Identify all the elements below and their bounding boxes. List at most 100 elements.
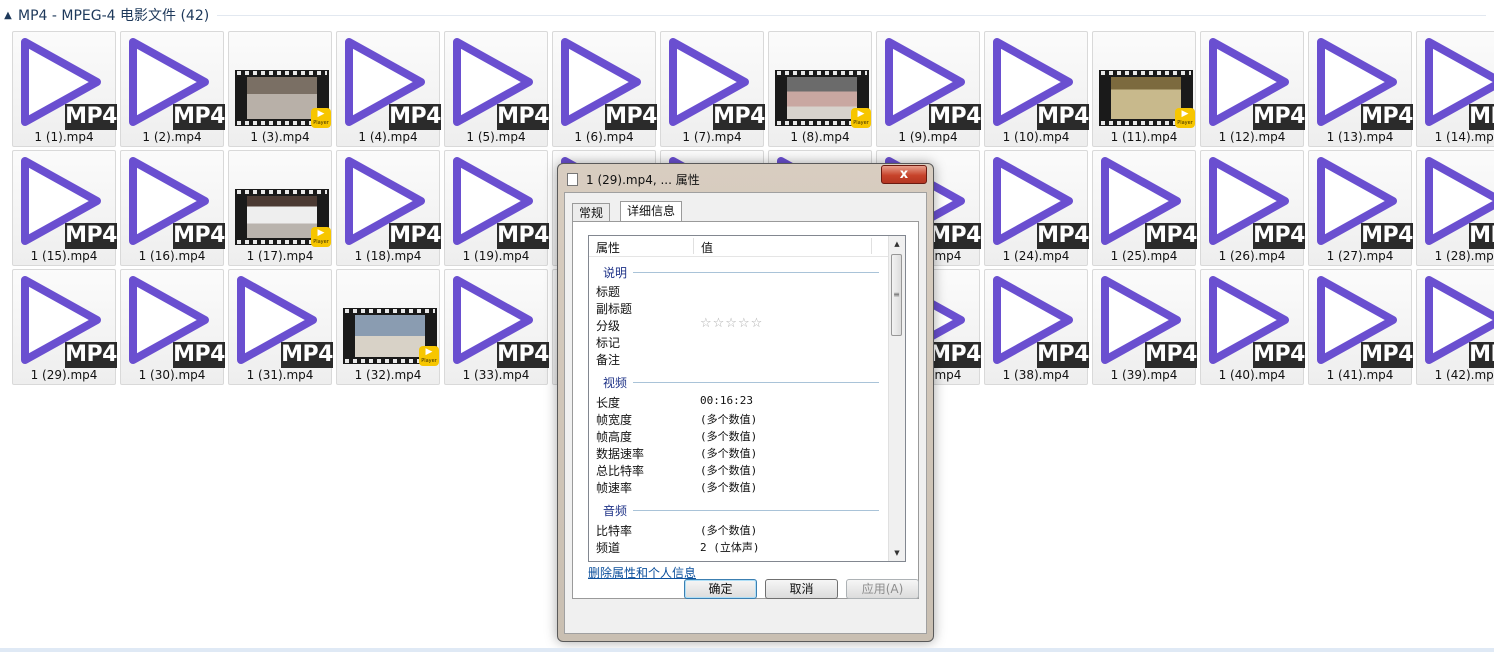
property-row[interactable]: 帧高度 (多个数值) [589,427,889,444]
property-row[interactable]: 长度 00:16:23 [589,393,889,410]
file-item[interactable]: MP4 1 (15).mp4 [12,150,117,266]
file-item[interactable]: MP4 1 (38).mp4 [984,269,1089,385]
collapse-chevron-icon[interactable]: ▲ [0,10,16,21]
file-item[interactable]: ▶ Player 1 (17).mp4 [228,150,332,266]
column-value[interactable]: 值 [701,239,713,256]
mp4-play-icon: MP4 [17,272,117,368]
file-item[interactable]: ▶ Player 1 (11).mp4 [1092,31,1196,147]
mp4-badge: MP4 [1469,223,1494,249]
file-item[interactable]: MP4 1 (5).mp4 [444,31,549,147]
video-thumbnail: ▶ Player [233,153,331,249]
mp4-play-icon: MP4 [341,34,441,130]
file-name: 1 (7).mp4 [682,130,742,144]
property-row[interactable]: 备注 [589,350,889,367]
property-name: 频道 [596,541,621,555]
property-name: 备注 [596,353,621,367]
file-item[interactable]: MP4 1 (29).mp4 [12,269,117,385]
file-item[interactable]: MP41 (28).mp4 [1416,150,1494,266]
cancel-button[interactable]: 取消 [765,579,838,599]
file-name: 1 (13).mp4 [1326,130,1394,144]
rating-stars[interactable]: ☆☆☆☆☆ [700,316,763,331]
mp4-play-icon: MP4 [233,272,333,368]
property-name: 帧高度 [596,430,633,444]
property-list[interactable]: 属性 值 说明 标题 副标题 分级 ☆☆☆☆☆ 标记 备注 视频 长度 00:1… [588,235,906,562]
mp4-play-icon: MP4 [1097,272,1197,368]
ok-button[interactable]: 确定 [684,579,757,599]
file-item[interactable]: ▶ Player 1 (8).mp4 [768,31,872,147]
mp4-play-icon: MP4 [1313,153,1413,249]
mp4-badge: MP4 [1253,223,1305,249]
mp4-play-icon: MP4 [341,153,441,249]
property-row[interactable]: 帧速率 (多个数值) [589,478,889,495]
property-row[interactable]: 帧宽度 (多个数值) [589,410,889,427]
file-item[interactable]: MP4 1 (31).mp4 [228,269,333,385]
file-item[interactable]: MP4 1 (13).mp4 [1308,31,1413,147]
file-item[interactable]: MP4 1 (30).mp4 [120,269,225,385]
file-name: 1 (26).mp4 [1218,249,1286,263]
tab-general[interactable]: 常规 [572,203,611,221]
details-panel: 属性 值 说明 标题 副标题 分级 ☆☆☆☆☆ 标记 备注 视频 长度 00:1… [572,221,919,599]
file-name: 1 (38).mp4 [1002,368,1070,382]
group-header[interactable]: ▲ MP4 - MPEG-4 电影文件 (42) [0,0,1494,30]
mp4-badge: MP4 [929,104,981,130]
section-video: 视频 [589,373,889,390]
file-item[interactable]: MP4 1 (4).mp4 [336,31,441,147]
file-item[interactable]: MP4 1 (26).mp4 [1200,150,1305,266]
apply-button[interactable]: 应用(A) [846,579,919,599]
file-name: 1 (11).mp4 [1110,130,1178,144]
scroll-down-icon[interactable]: ▼ [889,545,905,561]
property-row[interactable]: 标题 [589,282,889,299]
vertical-scrollbar[interactable]: ▲ ≡ ▼ [888,236,905,561]
property-value: (多个数值) [700,464,758,477]
property-row[interactable]: 比特率 (多个数值) [589,521,889,538]
file-item[interactable]: MP4 1 (12).mp4 [1200,31,1305,147]
mp4-badge: MP4 [281,342,333,368]
file-item[interactable]: MP4 1 (41).mp4 [1308,269,1413,385]
file-item[interactable]: MP4 1 (7).mp4 [660,31,765,147]
mp4-play-icon: MP4 [17,153,117,249]
file-item[interactable]: MP4 1 (9).mp4 [876,31,981,147]
file-item[interactable]: MP4 1 (39).mp4 [1092,269,1197,385]
property-name: 标题 [596,285,621,299]
property-row[interactable]: 总比特率 (多个数值) [589,461,889,478]
tab-details[interactable]: 详细信息 [620,201,683,222]
dialog-titlebar[interactable]: 1 (29).mp4, ... 属性 x [558,164,933,192]
file-item[interactable]: ▶ Player 1 (3).mp4 [228,31,332,147]
mp4-play-icon: MP4 [449,153,549,249]
property-row[interactable]: 频道 2 (立体声) [589,538,889,555]
file-item[interactable]: MP4 1 (10).mp4 [984,31,1089,147]
column-property[interactable]: 属性 [596,239,620,256]
property-row[interactable]: 分级 ☆☆☆☆☆ [589,316,889,333]
file-item[interactable]: MP4 1 (1).mp4 [12,31,117,147]
mp4-badge: MP4 [929,223,981,249]
file-item[interactable]: MP4 1 (2).mp4 [120,31,225,147]
file-name: 1 (10).mp4 [1002,130,1070,144]
file-item[interactable]: MP4 1 (27).mp4 [1308,150,1413,266]
property-row[interactable]: 副标题 [589,299,889,316]
file-name: 1 (19).mp4 [462,249,530,263]
file-item[interactable]: MP4 1 (25).mp4 [1092,150,1197,266]
property-row[interactable]: 标记 [589,333,889,350]
close-button[interactable]: x [881,165,927,184]
scroll-thumb[interactable]: ≡ [891,254,902,336]
player-icon: ▶ Player [419,346,439,366]
file-name: 1 (17).mp4 [246,249,314,263]
file-item[interactable]: MP4 1 (40).mp4 [1200,269,1305,385]
file-item[interactable]: MP4 1 (6).mp4 [552,31,657,147]
mp4-play-icon: MP4 [1205,272,1305,368]
scroll-up-icon[interactable]: ▲ [889,236,905,252]
file-item[interactable]: MP4 1 (18).mp4 [336,150,441,266]
file-item[interactable]: MP41 (42).mp4 [1416,269,1494,385]
remove-properties-link[interactable]: 删除属性和个人信息 [588,564,696,581]
file-name: 1 (3).mp4 [250,130,310,144]
document-icon [567,173,578,186]
file-item[interactable]: MP4 1 (16).mp4 [120,150,225,266]
file-item[interactable]: MP4 1 (24).mp4 [984,150,1089,266]
file-item[interactable]: MP4 1 (19).mp4 [444,150,549,266]
file-item[interactable]: MP4 1 (33).mp4 [444,269,549,385]
file-name: 1 (32).mp4 [354,368,422,382]
mp4-play-icon: MP4 [1313,272,1413,368]
property-row[interactable]: 数据速率 (多个数值) [589,444,889,461]
file-item[interactable]: MP41 (14).mp4 [1416,31,1494,147]
file-item[interactable]: ▶ Player 1 (32).mp4 [336,269,440,385]
